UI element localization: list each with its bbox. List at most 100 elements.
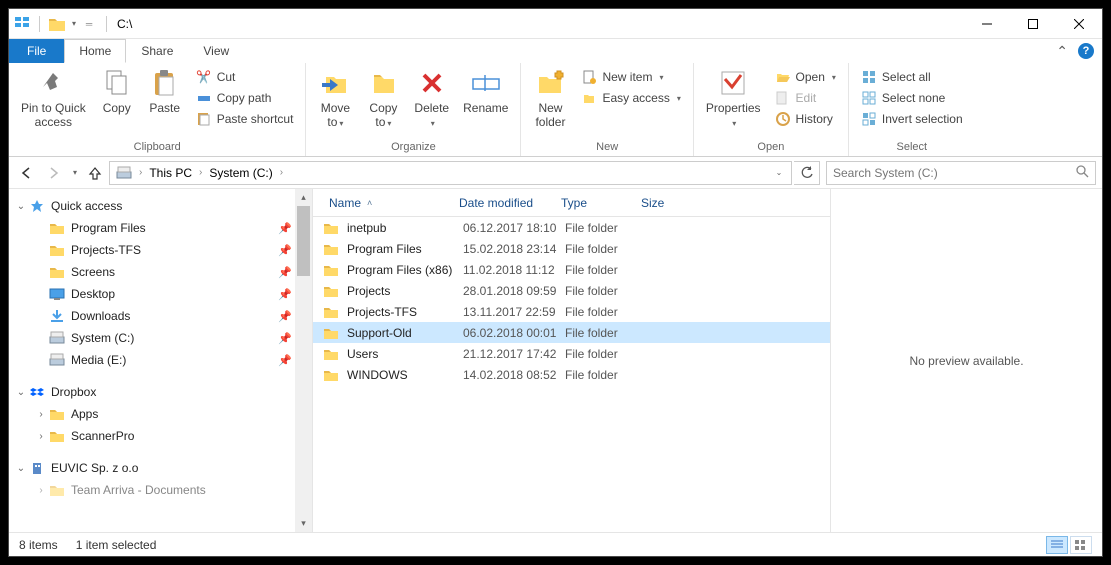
column-headers: Name˄ Date modified Type Size	[313, 189, 830, 217]
select-none-icon	[861, 90, 877, 106]
tree-item[interactable]: Media (E:)📌	[9, 349, 312, 371]
copy-button[interactable]: Copy	[94, 65, 140, 117]
col-name[interactable]: Name˄	[323, 196, 453, 210]
copy-to-icon	[367, 67, 399, 99]
pin-to-quick-access-button[interactable]: Pin to Quick access	[15, 65, 92, 132]
move-to-button[interactable]: Move to▾	[312, 65, 358, 132]
separator	[106, 16, 107, 32]
star-icon	[29, 198, 45, 214]
new-item-button[interactable]: New item▾	[575, 67, 686, 87]
group-label-organize: Organize	[312, 139, 514, 155]
qat-overflow[interactable]: ═	[80, 15, 98, 33]
select-none-button[interactable]: Select none	[855, 88, 969, 108]
col-size[interactable]: Size	[635, 196, 695, 210]
tree-item[interactable]: Screens📌	[9, 261, 312, 283]
scroll-up-icon[interactable]: ▴	[295, 189, 312, 206]
cut-button[interactable]: ✂️Cut	[190, 67, 300, 87]
address-dropdown-button[interactable]: ⌄	[767, 162, 789, 184]
file-row[interactable]: Support-Old 06.02.2018 00:01 File folder	[313, 322, 830, 343]
invert-selection-button[interactable]: Invert selection	[855, 109, 969, 129]
chevron-right-icon[interactable]: ›	[277, 167, 286, 178]
address-bar[interactable]: › This PC › System (C:) › ⌄	[109, 161, 792, 185]
copy-to-button[interactable]: Copy to▾	[360, 65, 406, 132]
view-icons-button[interactable]	[1070, 536, 1092, 554]
tree-item[interactable]: Program Files📌	[9, 217, 312, 239]
folder-icon[interactable]	[48, 15, 66, 33]
up-button[interactable]	[83, 161, 107, 185]
folder-icon	[323, 346, 339, 362]
edit-button[interactable]: Edit	[769, 88, 842, 108]
file-row[interactable]: Program Files 15.02.2018 23:14 File fold…	[313, 238, 830, 259]
tree-item[interactable]: ›Team Arriva - Documents	[9, 479, 312, 501]
tree-item[interactable]: System (C:)📌	[9, 327, 312, 349]
copy-path-button[interactable]: Copy path	[190, 88, 300, 108]
tree-item-icon	[49, 286, 65, 302]
view-details-button[interactable]	[1046, 536, 1068, 554]
paste-shortcut-button[interactable]: Paste shortcut	[190, 109, 300, 129]
search-box[interactable]	[826, 161, 1096, 185]
refresh-button[interactable]	[794, 161, 820, 185]
tree-scrollbar[interactable]: ▴ ▾	[295, 189, 312, 532]
file-row[interactable]: Users 21.12.2017 17:42 File folder	[313, 343, 830, 364]
file-rows[interactable]: inetpub 06.12.2017 18:10 File folder Pro…	[313, 217, 830, 532]
ribbon-group-select: Select all Select none Invert selection …	[849, 63, 975, 156]
close-button[interactable]	[1056, 9, 1102, 39]
scroll-down-icon[interactable]: ▾	[295, 515, 312, 532]
file-row[interactable]: Projects 28.01.2018 09:59 File folder	[313, 280, 830, 301]
back-button[interactable]	[15, 161, 39, 185]
tab-file[interactable]: File	[9, 39, 64, 63]
search-input[interactable]	[833, 166, 1075, 180]
tree-item[interactable]: Desktop📌	[9, 283, 312, 305]
history-button[interactable]: History	[769, 109, 842, 129]
easy-access-button[interactable]: Easy access▾	[575, 88, 686, 108]
tree-dropbox[interactable]: ⌄Dropbox	[9, 381, 312, 403]
folder-icon	[49, 428, 65, 444]
chevron-down-icon[interactable]: ▾	[72, 19, 76, 28]
scrollbar-thumb[interactable]	[297, 206, 310, 276]
crumb-this-pc[interactable]: This PC	[145, 162, 196, 184]
tree-euvic[interactable]: ⌄EUVIC Sp. z o.o	[9, 457, 312, 479]
tab-home[interactable]: Home	[64, 39, 126, 63]
file-row[interactable]: Projects-TFS 13.11.2017 22:59 File folde…	[313, 301, 830, 322]
collapse-ribbon-icon[interactable]: ⌃	[1056, 43, 1068, 60]
new-folder-button[interactable]: New folder	[527, 65, 573, 132]
status-bar: 8 items 1 item selected	[9, 532, 1102, 556]
col-type[interactable]: Type	[555, 196, 635, 210]
tab-share[interactable]: Share	[126, 39, 188, 63]
delete-button[interactable]: Delete▾	[408, 65, 455, 132]
drive-icon[interactable]	[112, 162, 136, 184]
forward-button[interactable]	[41, 161, 65, 185]
tree-quick-access[interactable]: ⌄Quick access	[9, 195, 312, 217]
pin-icon: 📌	[278, 332, 292, 345]
recent-locations-button[interactable]: ▾	[67, 161, 81, 185]
tree-item[interactable]: ›ScannerPro	[9, 425, 312, 447]
chevron-right-icon[interactable]: ›	[196, 167, 205, 178]
col-date[interactable]: Date modified	[453, 196, 555, 210]
delete-icon	[416, 67, 448, 99]
crumb-drive[interactable]: System (C:)	[205, 162, 276, 184]
nav-tree[interactable]: ⌄Quick access Program Files📌Projects-TFS…	[9, 189, 313, 532]
pin-icon: 📌	[278, 222, 292, 235]
status-selected: 1 item selected	[76, 538, 157, 552]
file-row[interactable]: WINDOWS 14.02.2018 08:52 File folder	[313, 364, 830, 385]
file-row[interactable]: Program Files (x86) 11.02.2018 11:12 Fil…	[313, 259, 830, 280]
ribbon-group-open: Properties▾ Open▾ Edit History Open	[694, 63, 849, 156]
chevron-right-icon[interactable]: ›	[136, 167, 145, 178]
folder-icon	[323, 220, 339, 236]
sort-asc-icon: ˄	[367, 198, 372, 208]
file-row[interactable]: inetpub 06.12.2017 18:10 File folder	[313, 217, 830, 238]
paste-button[interactable]: Paste	[142, 65, 188, 117]
properties-button[interactable]: Properties▾	[700, 65, 767, 132]
tree-item[interactable]: Downloads📌	[9, 305, 312, 327]
open-button[interactable]: Open▾	[769, 67, 842, 87]
tree-item[interactable]: Projects-TFS📌	[9, 239, 312, 261]
tree-item[interactable]: ›Apps	[9, 403, 312, 425]
maximize-button[interactable]	[1010, 9, 1056, 39]
help-icon[interactable]: ?	[1078, 43, 1094, 59]
minimize-button[interactable]	[964, 9, 1010, 39]
tree-item-icon	[49, 308, 65, 324]
rename-button[interactable]: Rename	[457, 65, 514, 117]
select-all-button[interactable]: Select all	[855, 67, 969, 87]
pin-icon: 📌	[278, 354, 292, 367]
tab-view[interactable]: View	[188, 39, 244, 63]
